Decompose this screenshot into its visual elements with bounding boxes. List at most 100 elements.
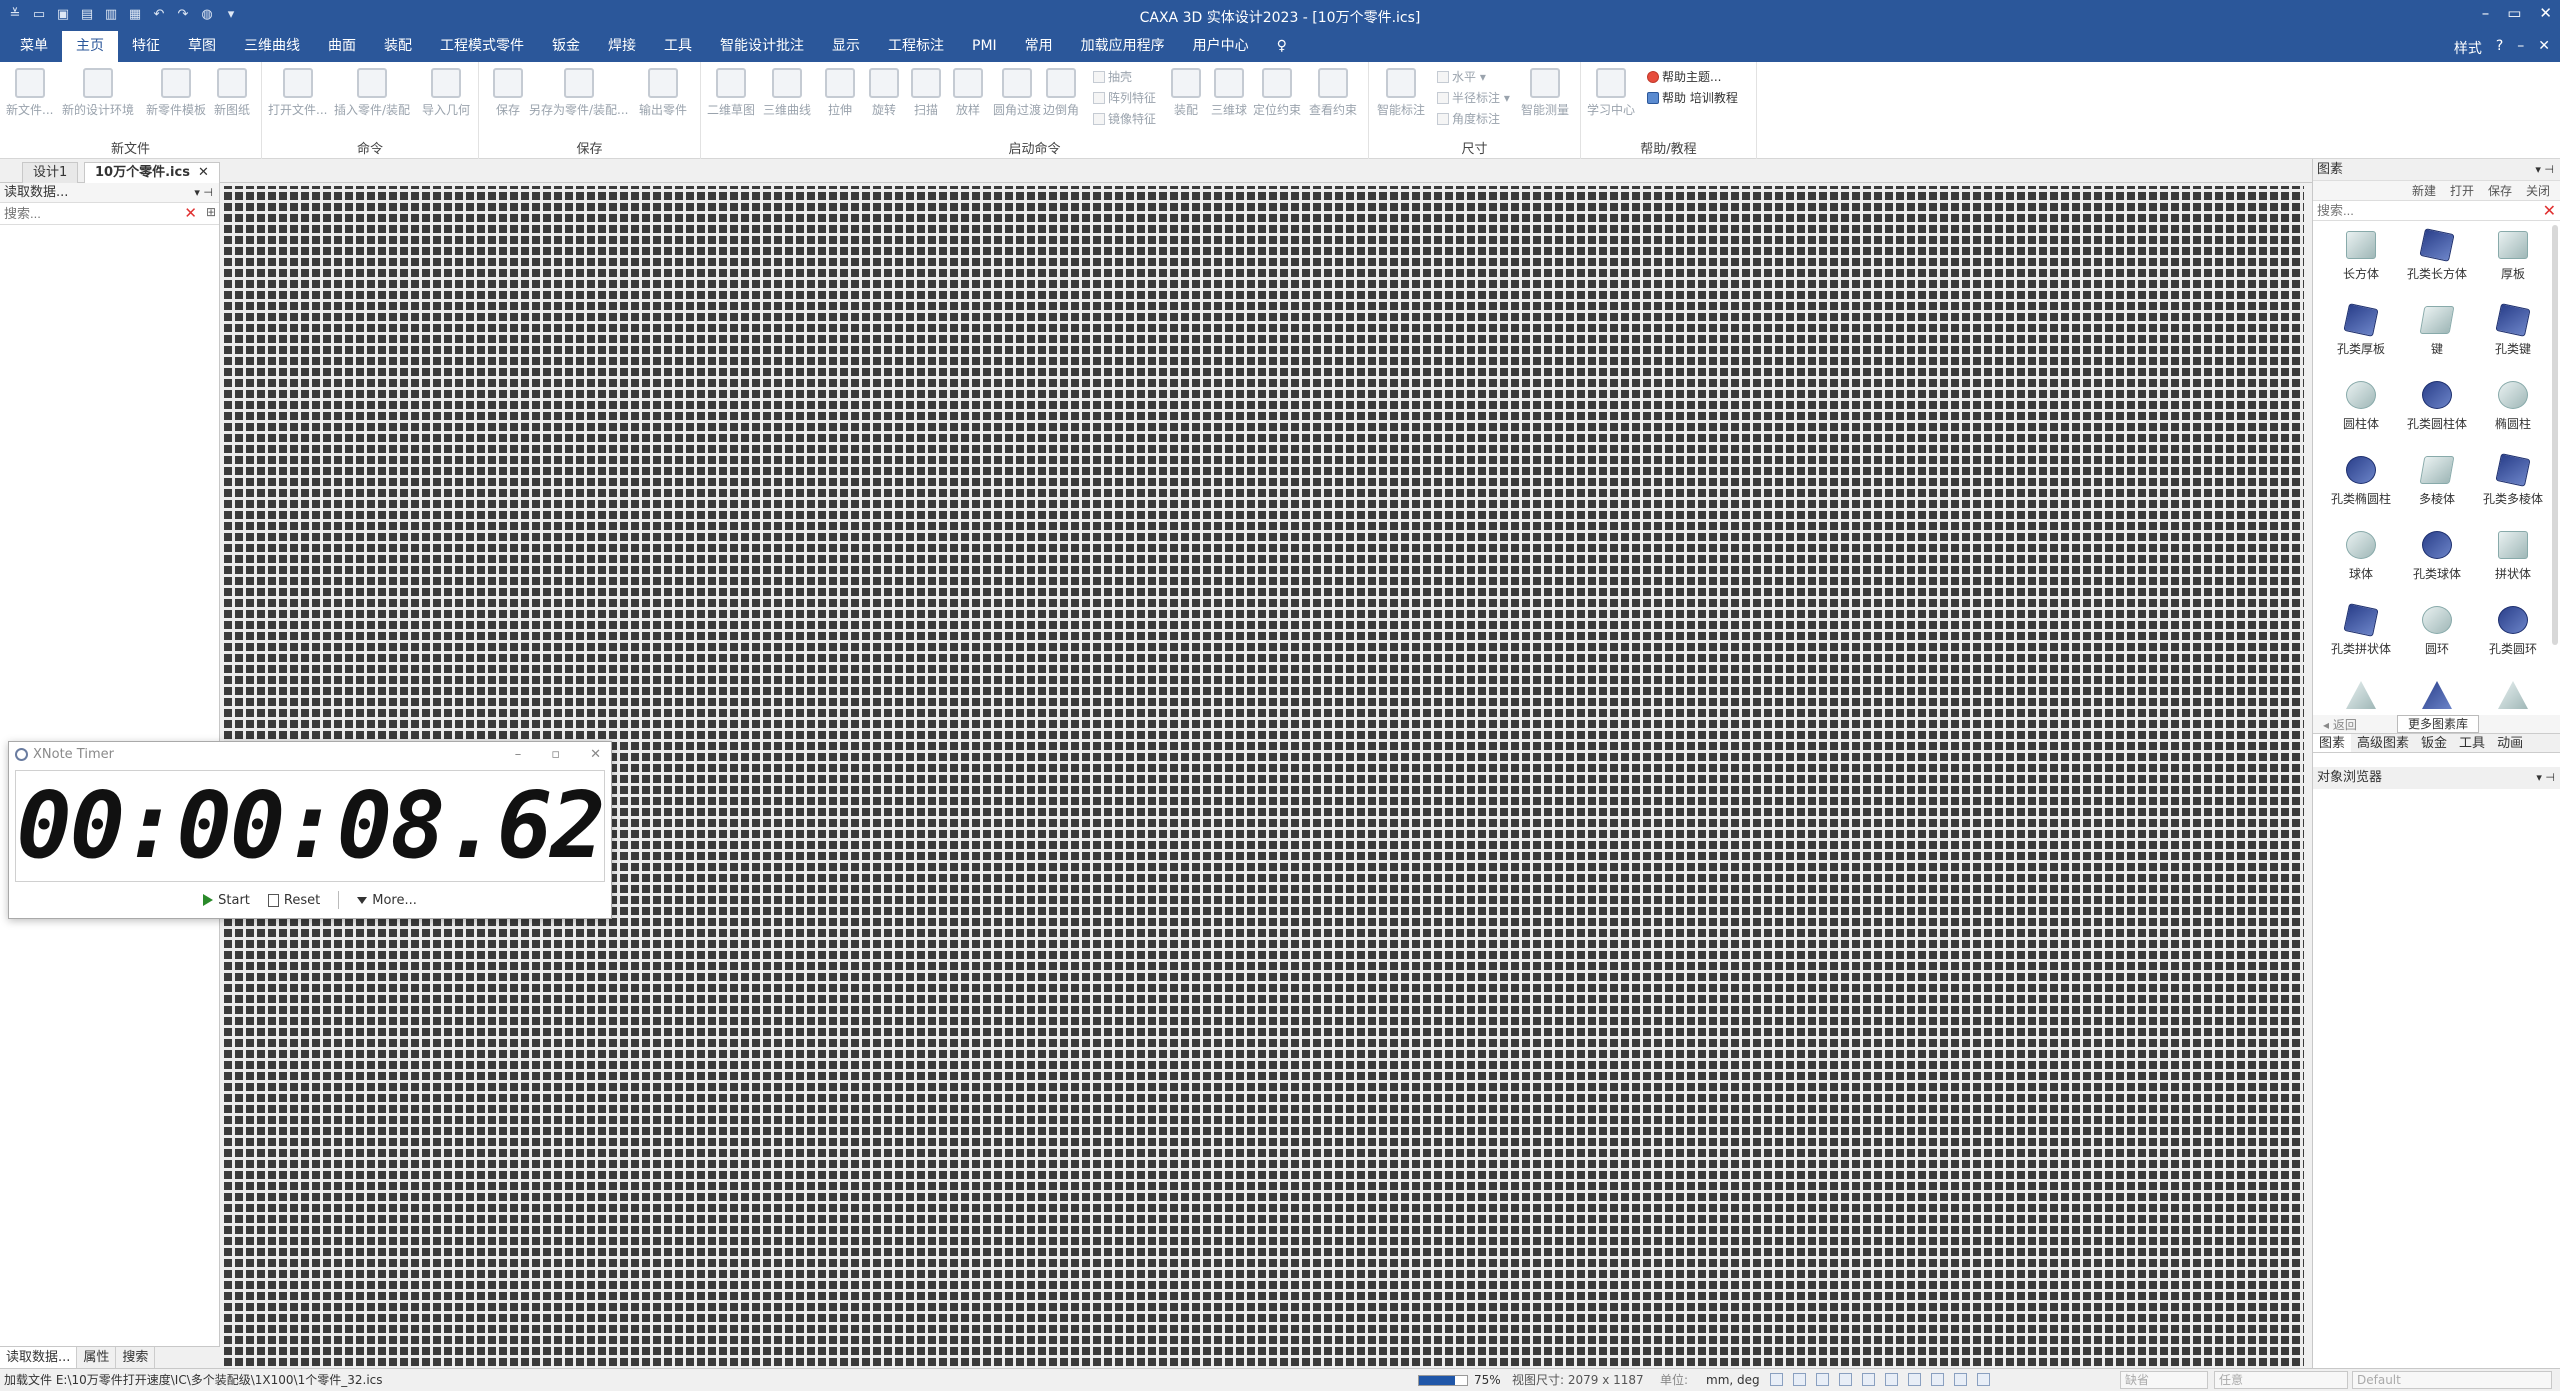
tab-smart-annotation[interactable]: 智能设计批注: [706, 31, 818, 62]
filter-select-default[interactable]: 缺省: [2120, 1371, 2208, 1389]
shape-wedge[interactable]: 拼状体: [2475, 525, 2551, 597]
minimize-icon[interactable]: –: [2482, 4, 2490, 22]
tab-advanced-shapes[interactable]: 高级图素: [2351, 734, 2415, 752]
panel-pin-icon[interactable]: ▾ ⊣: [194, 183, 213, 203]
zoom-icon[interactable]: [1770, 1373, 1783, 1386]
new-design-env-button[interactable]: 新的设计环境: [62, 68, 134, 118]
section-icon[interactable]: [1908, 1373, 1921, 1386]
library-save-button[interactable]: 保存: [2488, 181, 2512, 200]
insert-part-button[interactable]: 插入零件/装配: [334, 68, 410, 118]
revolve-button[interactable]: 旋转: [869, 68, 899, 118]
camera-icon[interactable]: [1977, 1373, 1990, 1386]
help-icon[interactable]: ?: [2496, 38, 2503, 58]
help-topics-button[interactable]: 帮助主题...: [1647, 68, 1721, 85]
zoom-window-icon[interactable]: [1793, 1373, 1806, 1386]
shape-partial[interactable]: [2399, 675, 2475, 715]
tab-shapes[interactable]: 图素: [2313, 734, 2352, 752]
timer-minimize-icon[interactable]: –: [515, 742, 522, 768]
tree-search-input[interactable]: [0, 203, 170, 223]
tab-surface[interactable]: 曲面: [314, 31, 370, 62]
library-pin-icon[interactable]: ▾ ⊣: [2535, 159, 2554, 181]
clear-search-icon[interactable]: ✕: [184, 204, 197, 222]
tab-menu[interactable]: 菜单: [6, 31, 62, 62]
lightbulb-icon[interactable]: ♀: [1263, 31, 1301, 62]
radius-annotation-button[interactable]: 半径标注 ▾: [1437, 89, 1510, 106]
mirror-feature-button[interactable]: 镜像特征: [1093, 110, 1156, 127]
shape-cylinder[interactable]: 圆柱体: [2323, 375, 2399, 447]
timer-close-icon[interactable]: ✕: [590, 742, 601, 768]
more-library-button[interactable]: 更多图素库: [2397, 715, 2480, 733]
shape-thick-plate[interactable]: 厚板: [2475, 225, 2551, 297]
3d-ball-button[interactable]: 三维球: [1211, 68, 1247, 118]
shape-box[interactable]: 长方体: [2323, 225, 2399, 297]
open-file-button[interactable]: 打开文件...: [268, 68, 327, 118]
close-icon[interactable]: ✕: [2539, 4, 2552, 22]
more-button[interactable]: More...: [357, 893, 417, 908]
filter-select-any[interactable]: 任意: [2214, 1371, 2348, 1389]
object-browser-pin-icon[interactable]: ▾ ⊣: [2536, 767, 2555, 789]
library-close-button[interactable]: 关闭: [2526, 181, 2550, 200]
import-geometry-button[interactable]: 导入几何: [422, 68, 470, 118]
learning-center-button[interactable]: 学习中心: [1587, 68, 1635, 118]
shape-hole-box[interactable]: 孔类长方体: [2399, 225, 2475, 297]
shape-hole-sphere[interactable]: 孔类球体: [2399, 525, 2475, 597]
tab-assembly[interactable]: 装配: [370, 31, 426, 62]
position-constraint-button[interactable]: 定位约束: [1253, 68, 1301, 118]
library-search-input[interactable]: [2313, 201, 2513, 220]
shape-sphere[interactable]: 球体: [2323, 525, 2399, 597]
2d-sketch-button[interactable]: 二维草图: [707, 68, 755, 118]
render-icon[interactable]: [1885, 1373, 1898, 1386]
light-icon[interactable]: [1954, 1373, 1967, 1386]
tab-search[interactable]: 搜索: [116, 1347, 156, 1368]
shape-key[interactable]: 键: [2399, 300, 2475, 372]
shape-hole-polygon-prism[interactable]: 孔类多棱体: [2475, 450, 2551, 522]
export-part-button[interactable]: 输出零件: [639, 68, 687, 118]
start-button[interactable]: Start: [203, 893, 250, 908]
tab-welding[interactable]: 焊接: [594, 31, 650, 62]
filter-icon[interactable]: ⊞: [206, 205, 216, 219]
tab-3d-curve[interactable]: 三维曲线: [230, 31, 314, 62]
new-part-template-button[interactable]: 新零件模板: [146, 68, 206, 118]
new-file-button[interactable]: 新文件...: [6, 68, 53, 118]
shape-hole-key[interactable]: 孔类键: [2475, 300, 2551, 372]
tab-common[interactable]: 常用: [1011, 31, 1067, 62]
tab-tools-lib[interactable]: 工具: [2453, 734, 2491, 752]
tab-load-apps[interactable]: 加载应用程序: [1067, 31, 1179, 62]
3d-curve-button[interactable]: 三维曲线: [763, 68, 811, 118]
tab-read-data[interactable]: 读取数据...: [0, 1347, 78, 1368]
clear-library-search-icon[interactable]: ✕: [2543, 201, 2556, 220]
save-button[interactable]: 保存: [493, 68, 523, 118]
loft-button[interactable]: 放样: [953, 68, 983, 118]
smart-annotation-button[interactable]: 智能标注: [1377, 68, 1425, 118]
shape-polygon-prism[interactable]: 多棱体: [2399, 450, 2475, 522]
library-open-button[interactable]: 打开: [2450, 181, 2474, 200]
tab-properties[interactable]: 属性: [77, 1347, 117, 1368]
rotate-icon[interactable]: [1839, 1373, 1852, 1386]
tab-sketch[interactable]: 草图: [174, 31, 230, 62]
shape-torus[interactable]: 圆环: [2399, 600, 2475, 672]
ribbon-close-icon[interactable]: ✕: [2538, 38, 2550, 58]
tab-sheet-metal[interactable]: 钣金: [538, 31, 594, 62]
timer-maximize-icon[interactable]: ▫: [551, 742, 560, 768]
back-button[interactable]: ◂ 返回: [2323, 716, 2357, 733]
shape-partial[interactable]: [2475, 675, 2551, 715]
tab-engineering-annotation[interactable]: 工程标注: [874, 31, 958, 62]
view-constraint-button[interactable]: 查看约束: [1309, 68, 1357, 118]
maximize-icon[interactable]: ▭: [2507, 4, 2521, 22]
tab-current-document[interactable]: 10万个零件.ics ✕: [84, 162, 220, 183]
angle-annotation-button[interactable]: 角度标注: [1437, 110, 1500, 127]
shape-hole-elliptic-cylinder[interactable]: 孔类椭圆柱: [2323, 450, 2399, 522]
shape-elliptic-cylinder[interactable]: 椭圆柱: [2475, 375, 2551, 447]
tab-display[interactable]: 显示: [818, 31, 874, 62]
fillet-button[interactable]: 圆角过渡: [993, 68, 1041, 118]
extrude-button[interactable]: 拉伸: [825, 68, 855, 118]
shell-button[interactable]: 抽壳: [1093, 68, 1132, 85]
tab-sheet-metal-lib[interactable]: 钣金: [2415, 734, 2453, 752]
reset-button[interactable]: Reset: [267, 893, 320, 908]
tab-pmi[interactable]: PMI: [958, 31, 1011, 62]
shape-hole-thick-plate[interactable]: 孔类厚板: [2323, 300, 2399, 372]
ribbon-minimize-icon[interactable]: –: [2517, 38, 2524, 58]
horizontal-dropdown[interactable]: 水平 ▾: [1437, 68, 1486, 85]
new-drawing-button[interactable]: 新图纸: [214, 68, 250, 118]
library-new-button[interactable]: 新建: [2412, 181, 2436, 200]
